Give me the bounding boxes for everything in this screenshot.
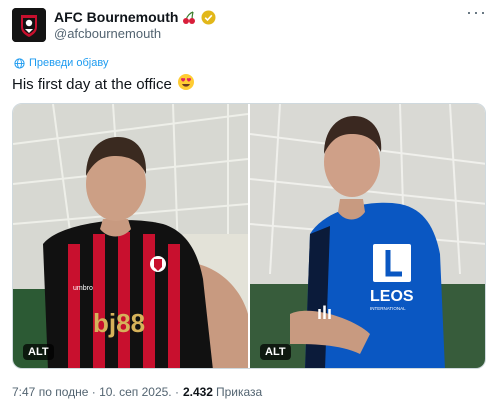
svg-text:umbro: umbro — [73, 285, 93, 292]
heart-eyes-icon — [177, 73, 195, 97]
name-row: AFC Bournemouth — [54, 8, 216, 26]
verified-gold-icon[interactable] — [201, 10, 216, 25]
svg-text:ılı: ılı — [317, 303, 332, 323]
views-label: Приказа — [215, 385, 263, 399]
svg-text:INTERNATIONAL: INTERNATIONAL — [370, 306, 406, 311]
tweet: AFC Bournemouth @afcbournemouth ··· Прев… — [0, 0, 500, 404]
svg-text:bj88: bj88 — [93, 308, 145, 338]
globe-icon — [14, 57, 25, 69]
account-handle[interactable]: @afcbournemouth — [54, 26, 161, 42]
avatar[interactable] — [12, 8, 46, 42]
alt-badge[interactable]: ALT — [260, 344, 291, 360]
alt-badge[interactable]: ALT — [23, 344, 54, 360]
photo-1[interactable]: bj88 umbro ALT — [13, 104, 248, 368]
photo-2[interactable]: LEOS INTERNATIONAL ılı ALT — [250, 104, 485, 368]
account-name[interactable]: AFC Bournemouth — [54, 8, 178, 26]
tweet-meta: 7:47 по подне · 10. сеп 2025. · 2.432 Пр… — [12, 384, 262, 400]
media-grid: bj88 umbro ALT LEOS INTERNATIONAL ılı AL… — [12, 103, 486, 369]
timestamp[interactable]: 7:47 по подне · 10. сеп 2025. · — [12, 384, 179, 400]
svg-text:LEOS: LEOS — [370, 288, 414, 305]
more-options-icon[interactable]: ··· — [466, 3, 486, 22]
views-count: 2.432 — [182, 385, 213, 399]
cherries-icon — [182, 10, 197, 25]
tweet-text: His first day at the office — [12, 73, 195, 97]
translate-label: Преведи објаву — [29, 57, 109, 69]
translate-link[interactable]: Преведи објаву — [14, 55, 108, 71]
tweet-text-content: His first day at the office — [12, 76, 172, 93]
